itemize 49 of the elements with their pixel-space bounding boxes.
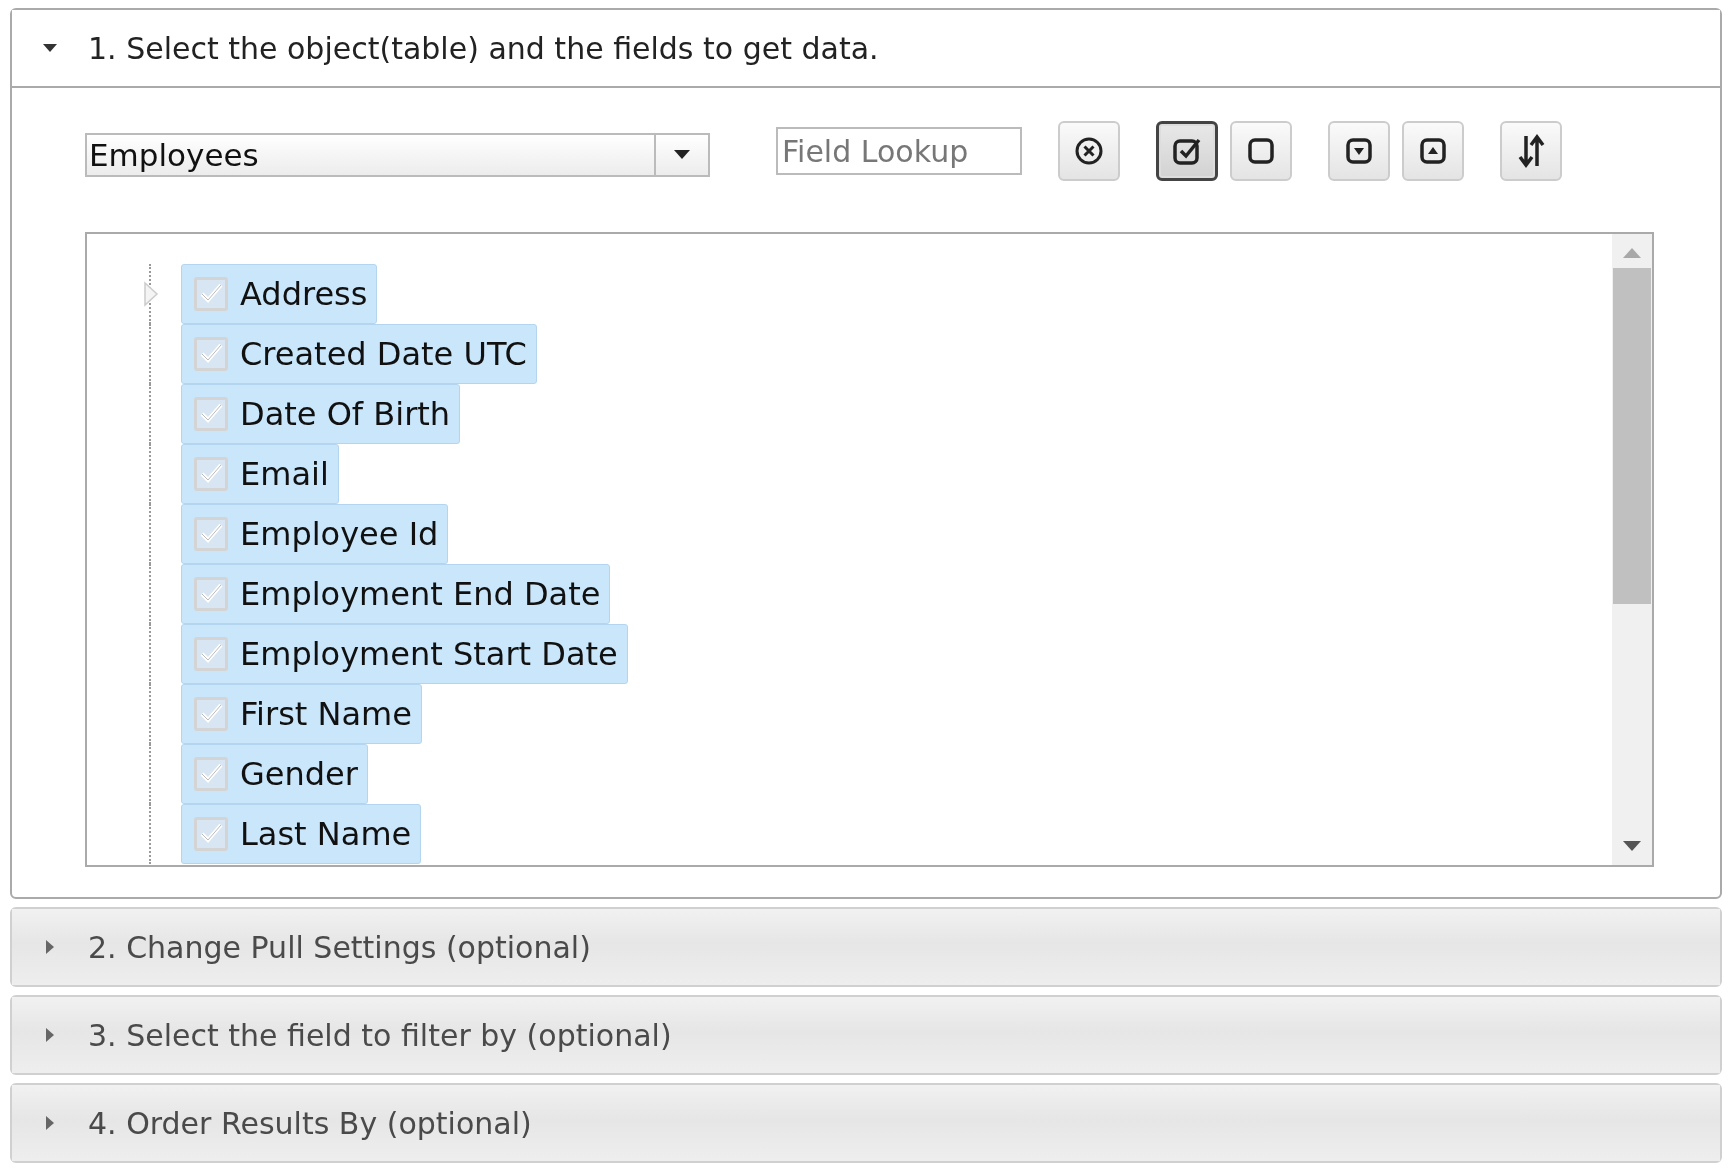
field-item[interactable]: Email bbox=[181, 444, 339, 504]
checkbox[interactable] bbox=[194, 397, 228, 431]
field-item[interactable]: Employment Start Date bbox=[181, 624, 628, 684]
expand-all-button[interactable] bbox=[1328, 121, 1390, 181]
field-item[interactable]: Created Date UTC bbox=[181, 324, 537, 384]
scroll-down-icon[interactable] bbox=[1623, 841, 1641, 851]
checkbox[interactable] bbox=[194, 577, 228, 611]
scroll-up-icon[interactable] bbox=[1623, 248, 1641, 258]
checkbox[interactable] bbox=[194, 337, 228, 371]
sort-button[interactable] bbox=[1500, 121, 1562, 181]
field-item[interactable]: Address bbox=[181, 264, 378, 324]
close-circle-icon bbox=[1074, 136, 1104, 166]
section-title: 1. Select the object(table) and the fields to get data. bbox=[88, 30, 879, 66]
section-title: 4. Order Results By (optional) bbox=[88, 1105, 532, 1141]
scroll-thumb[interactable] bbox=[1613, 268, 1651, 604]
sort-icon bbox=[1516, 134, 1546, 168]
accordion-header[interactable]: 4. Order Results By (optional) bbox=[12, 1085, 1720, 1161]
check-all-button[interactable] bbox=[1156, 121, 1218, 181]
field-item[interactable]: Date Of Birth bbox=[181, 384, 461, 444]
expander-icon[interactable] bbox=[143, 281, 159, 307]
checkbox[interactable] bbox=[194, 817, 228, 851]
checkbox[interactable] bbox=[194, 277, 228, 311]
section-title: 3. Select the field to filter by (optional) bbox=[88, 1017, 672, 1053]
field-item[interactable]: First Name bbox=[181, 684, 422, 744]
empty-box-icon bbox=[1246, 136, 1276, 166]
checked-box-icon bbox=[1172, 136, 1202, 166]
field-item[interactable]: Last Name bbox=[181, 804, 422, 864]
section-title: 2. Change Pull Settings (optional) bbox=[88, 929, 591, 965]
checkbox[interactable] bbox=[194, 697, 228, 731]
field-item[interactable]: Gender bbox=[181, 744, 368, 804]
checkbox[interactable] bbox=[194, 637, 228, 671]
checkbox[interactable] bbox=[194, 457, 228, 491]
field-lookup-input[interactable]: Field Lookup bbox=[776, 127, 1022, 175]
checkbox[interactable] bbox=[194, 757, 228, 791]
down-box-icon bbox=[1344, 136, 1374, 166]
collapse-all-button[interactable] bbox=[1402, 121, 1464, 181]
checkbox[interactable] bbox=[194, 517, 228, 551]
caret-icon bbox=[674, 150, 690, 160]
clear-button[interactable] bbox=[1058, 121, 1120, 181]
accordion-header[interactable]: 2. Change Pull Settings (optional) bbox=[12, 909, 1720, 985]
uncheck-all-button[interactable] bbox=[1230, 121, 1292, 181]
accordion-header[interactable]: 1. Select the object(table) and the fields to get data. bbox=[12, 10, 1720, 88]
scrollbar[interactable] bbox=[1612, 234, 1652, 865]
field-item[interactable]: Employment End Date bbox=[181, 564, 611, 624]
dropdown-value: Employees bbox=[88, 137, 260, 173]
field-item[interactable]: Employee Id bbox=[181, 504, 449, 564]
accordion-header[interactable]: 3. Select the field to filter by (optional) bbox=[12, 997, 1720, 1073]
object-dropdown[interactable]: Employees bbox=[85, 133, 710, 177]
up-box-icon bbox=[1418, 136, 1448, 166]
